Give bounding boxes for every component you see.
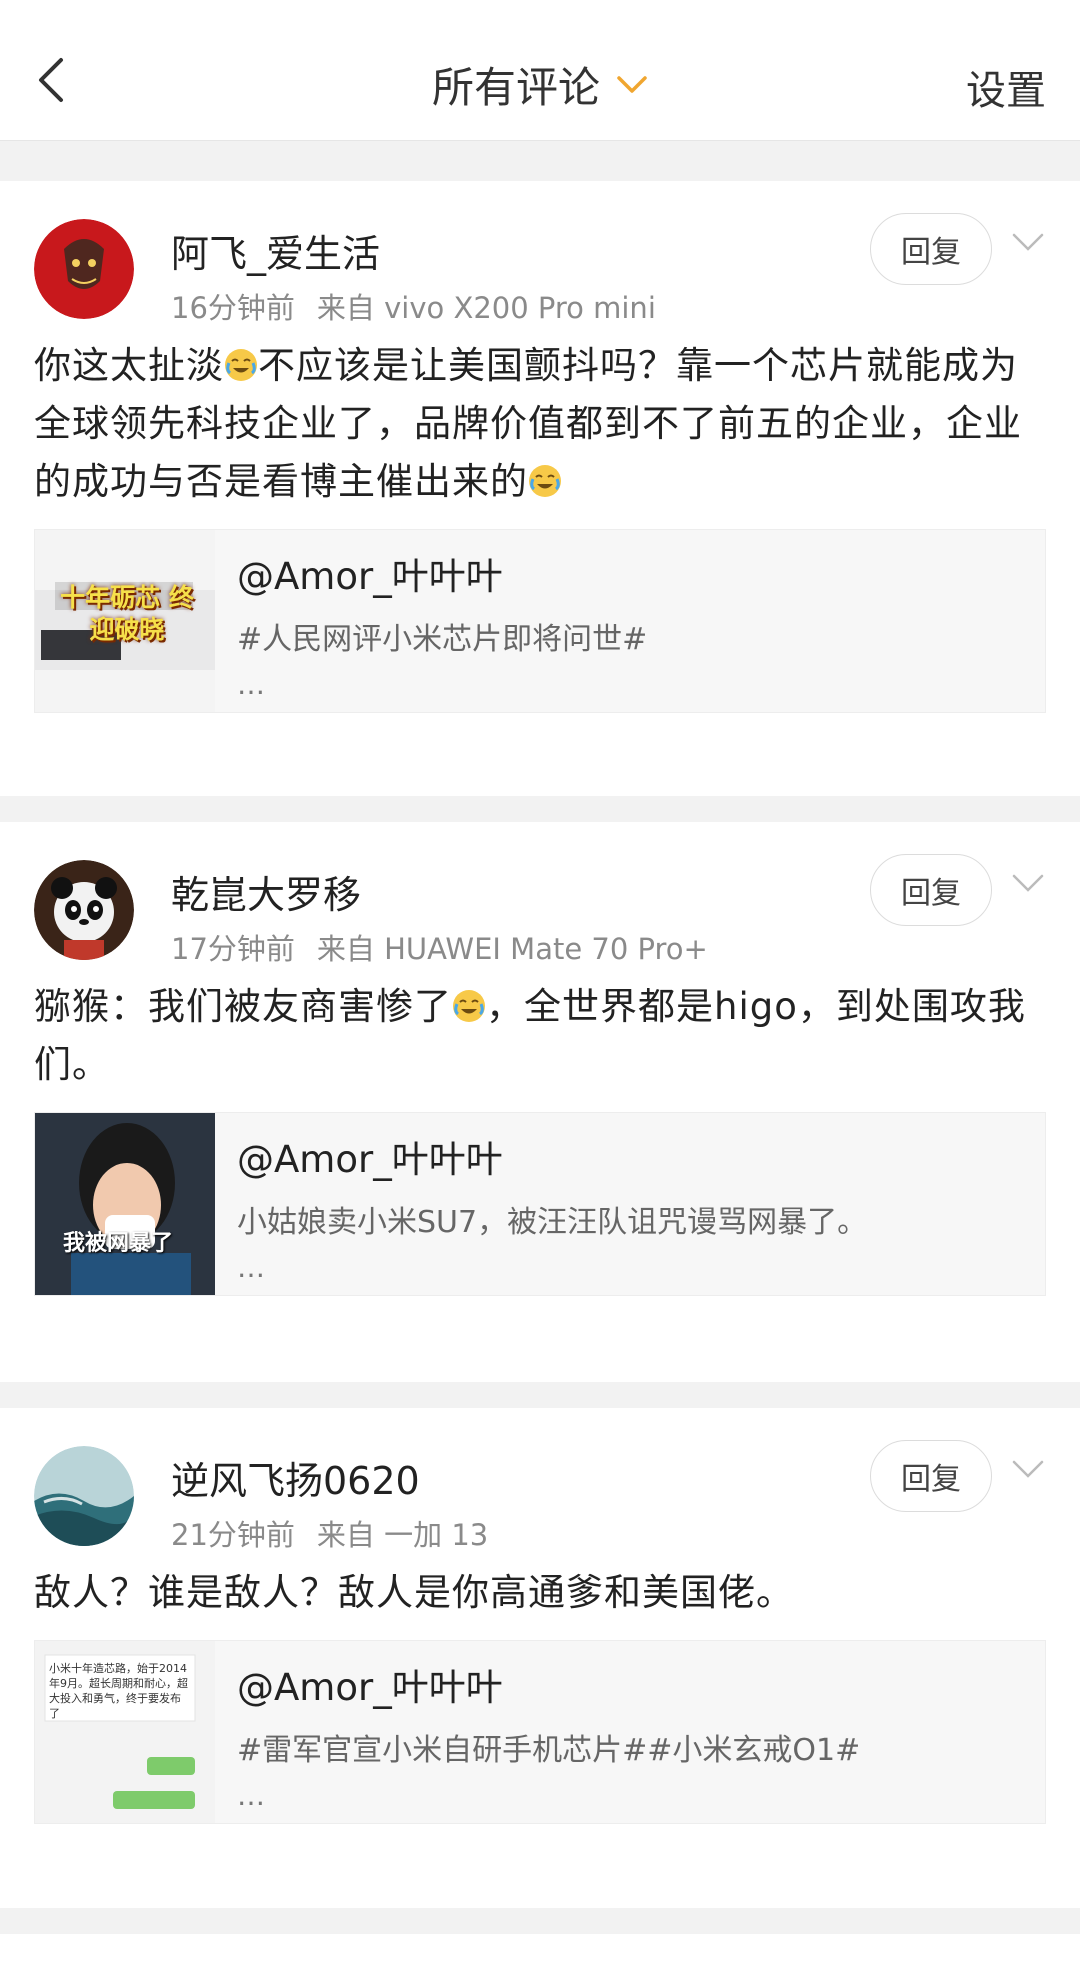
laughing-crying-emoji-icon <box>529 465 561 497</box>
divider <box>0 1382 1080 1408</box>
username[interactable]: 逆风飞扬0620 <box>171 1450 420 1505</box>
comment-card: 逆风飞扬0620 21分钟前 来自 一加 13 回复 敌人？谁是敌人？敌人是你高… <box>0 1408 1080 1908</box>
quoted-ellipsis: … <box>237 668 265 701</box>
quoted-post-thumbnail: 小米十年造芯路，始于2014年9月。超长周期和耐心，超大投入和勇气，终于要发布了 <box>35 1641 215 1823</box>
quoted-author: @Amor_叶叶叶 <box>237 555 503 598</box>
avatar[interactable] <box>34 860 134 960</box>
laughing-crying-emoji-icon <box>225 349 257 381</box>
page-title: 所有评论 <box>431 63 600 112</box>
divider <box>0 1908 1080 1934</box>
chevron-down-icon <box>617 75 647 93</box>
divider <box>0 796 1080 822</box>
chevron-down-icon[interactable] <box>1010 868 1046 898</box>
laughing-crying-emoji-icon <box>453 990 485 1022</box>
comment-text: 猕猴：我们被友商害惨了 ，全世界都是higo，到处围攻我们。 <box>34 985 1026 1086</box>
reply-button[interactable]: 回复 <box>870 1440 992 1512</box>
quoted-post[interactable]: 十年砺芯 终迎破晓 @Amor_叶叶叶 #人民网评小米芯片即将问世# … <box>34 529 1046 713</box>
comment-card: 乾崑大罗移 17分钟前 来自 HUAWEI Mate 70 Pro+ 回复 猕猴… <box>0 822 1080 1382</box>
avatar[interactable] <box>34 1446 134 1546</box>
quoted-post[interactable]: 小米十年造芯路，始于2014年9月。超长周期和耐心，超大投入和勇气，终于要发布了… <box>34 1640 1046 1824</box>
reply-button[interactable]: 回复 <box>870 213 992 285</box>
device-source: 来自 一加 13 <box>316 1518 489 1552</box>
quoted-ellipsis: … <box>237 1779 265 1812</box>
quoted-post-thumbnail: 十年砺芯 终迎破晓 <box>35 530 215 712</box>
chevron-down-icon[interactable] <box>1010 227 1046 257</box>
comment-text: 敌人？谁是敌人？敌人是你高通爹和美国佬。 <box>34 1571 794 1614</box>
device-source: 来自 HUAWEI Mate 70 Pro+ <box>316 932 708 966</box>
next-comment-card <box>0 1934 1080 1974</box>
comment-text: 你这太扯淡 不应该是让美国颤抖吗？靠一个芯片就能成为全球领先科技企业了，品牌价值都… <box>34 344 1022 503</box>
quoted-author: @Amor_叶叶叶 <box>237 1666 503 1709</box>
quoted-topic: 小姑娘卖小米SU7，被汪汪队诅咒谩骂网暴了。 <box>237 1205 868 1240</box>
quoted-topic: #人民网评小米芯片即将问世# <box>237 622 648 657</box>
settings-button[interactable]: 设置 <box>966 58 1046 116</box>
comment-meta: 16分钟前 来自 vivo X200 Pro mini <box>171 285 656 327</box>
reply-button[interactable]: 回复 <box>870 854 992 926</box>
timestamp: 17分钟前 <box>171 932 295 966</box>
username[interactable]: 阿飞_爱生活 <box>171 223 380 278</box>
quoted-topic: #雷军官宣小米自研手机芯片##小米玄戒O1# <box>237 1733 861 1768</box>
comment-card: 阿飞_爱生活 16分钟前 来自 vivo X200 Pro mini 回复 你这… <box>0 181 1080 796</box>
timestamp: 16分钟前 <box>171 291 295 325</box>
avatar[interactable] <box>34 219 134 319</box>
username[interactable]: 乾崑大罗移 <box>171 864 361 919</box>
chevron-down-icon[interactable] <box>1010 1454 1046 1484</box>
quoted-post[interactable]: 我被网暴了 @Amor_叶叶叶 小姑娘卖小米SU7，被汪汪队诅咒谩骂网暴了。 … <box>34 1112 1046 1296</box>
top-navigation-bar: 所有评论 设置 <box>0 0 1080 141</box>
comment-meta: 17分钟前 来自 HUAWEI Mate 70 Pro+ <box>171 926 708 968</box>
comment-meta: 21分钟前 来自 一加 13 <box>171 1512 488 1554</box>
timestamp: 21分钟前 <box>171 1518 295 1552</box>
quoted-author: @Amor_叶叶叶 <box>237 1138 503 1181</box>
quoted-ellipsis: … <box>237 1251 265 1284</box>
quoted-post-thumbnail: 我被网暴了 <box>35 1113 215 1295</box>
comment-filter-dropdown[interactable]: 所有评论 <box>432 54 648 115</box>
device-source: 来自 vivo X200 Pro mini <box>316 291 656 325</box>
